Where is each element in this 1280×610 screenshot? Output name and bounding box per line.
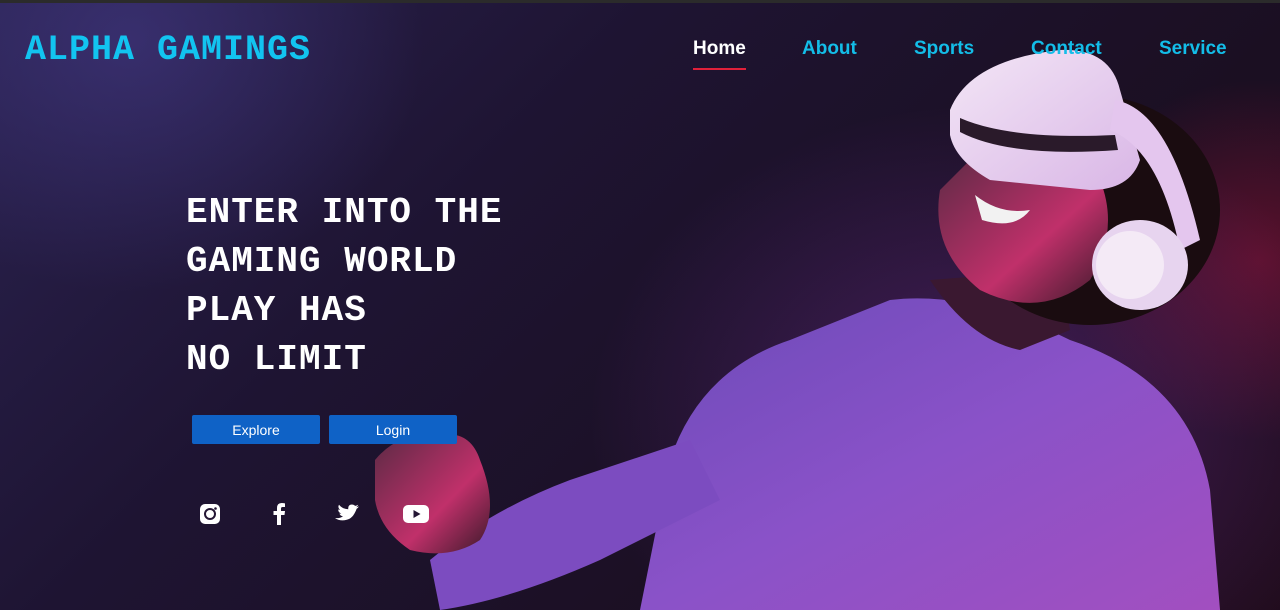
youtube-icon[interactable] xyxy=(403,502,429,526)
headline-line-4: NO LIMIT xyxy=(186,339,367,380)
facebook-icon[interactable] xyxy=(266,502,292,526)
hero-headline: ENTER INTO THE GAMING WORLD PLAY HAS NO … xyxy=(186,188,502,384)
nav-about[interactable]: About xyxy=(802,38,857,60)
nav-service[interactable]: Service xyxy=(1159,38,1227,60)
top-border xyxy=(0,0,1280,3)
headline-line-3: PLAY HAS xyxy=(186,290,367,331)
nav-sports[interactable]: Sports xyxy=(914,38,974,60)
hero-image xyxy=(375,49,1220,610)
login-button[interactable]: Login xyxy=(329,415,457,444)
explore-button[interactable]: Explore xyxy=(192,415,320,444)
headline-line-1: ENTER INTO THE xyxy=(186,192,503,233)
instagram-icon[interactable] xyxy=(197,502,223,526)
twitter-icon[interactable] xyxy=(334,502,360,526)
nav-home[interactable]: Home xyxy=(693,38,746,70)
headline-line-2: GAMING WORLD xyxy=(186,241,458,282)
nav-contact[interactable]: Contact xyxy=(1031,38,1102,60)
main-nav: Home About Sports Contact Service xyxy=(0,38,1280,70)
